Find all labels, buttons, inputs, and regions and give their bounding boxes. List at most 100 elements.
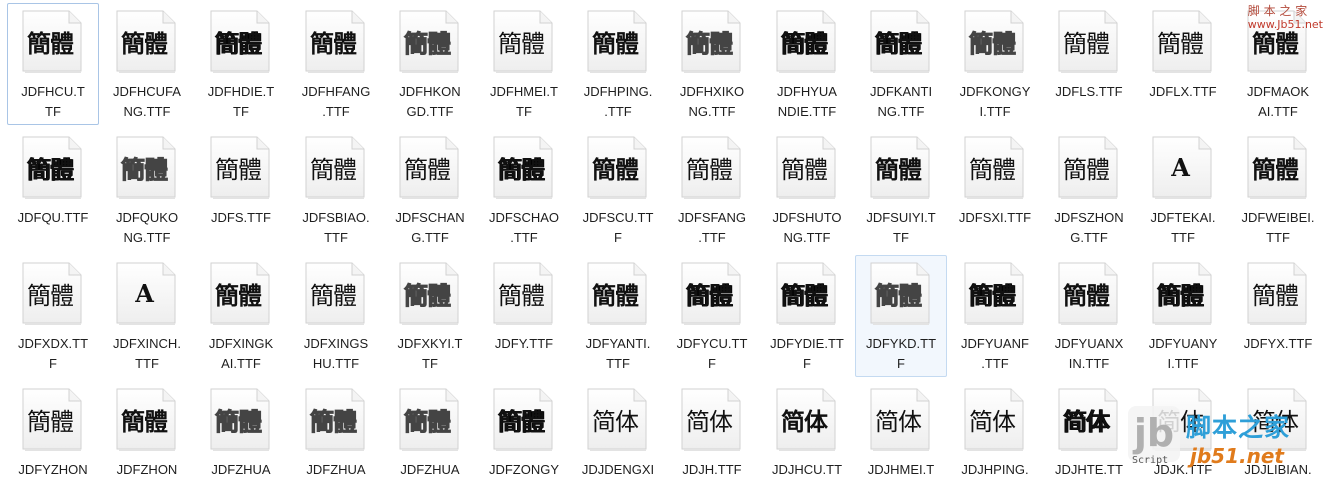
file-name: JDFWEIBEI. TTF bbox=[1233, 208, 1323, 248]
file-item[interactable]: 簡體 JDFYZHON bbox=[7, 381, 99, 503]
file-item[interactable]: 簡體 JDFXDX.TT F bbox=[7, 255, 99, 377]
file-item[interactable]: 简体 JDJHTE.TT bbox=[1043, 381, 1135, 503]
file-item[interactable]: 簡體 JDFSCHAO .TTF bbox=[478, 129, 570, 251]
font-file-icon: 简体 bbox=[1055, 386, 1125, 452]
font-preview-glyph: 簡體 bbox=[875, 28, 922, 58]
file-name-line: JDFZHON bbox=[116, 462, 178, 477]
file-item[interactable]: 簡體 JDFZHUA bbox=[384, 381, 476, 503]
font-preview-glyph: 簡體 bbox=[592, 154, 639, 184]
file-item[interactable]: 簡體 JDFHCU.T TF bbox=[7, 3, 99, 125]
font-preview-glyph: 簡體 bbox=[27, 281, 74, 310]
font-preview-glyph: 簡體 bbox=[310, 28, 357, 58]
file-item[interactable]: 簡體 JDFSCU.TT F bbox=[572, 129, 664, 251]
file-item[interactable]: 簡體 JDFYKD.TT F bbox=[855, 255, 947, 377]
file-item[interactable]: 簡體 JDFS.TTF bbox=[195, 129, 287, 251]
file-item[interactable]: 簡體 JDFSCHAN G.TTF bbox=[384, 129, 476, 251]
file-item[interactable]: 簡體 JDFSXI.TTF bbox=[949, 129, 1041, 251]
file-item[interactable]: 簡體 JDFWEIBEI. TTF bbox=[1232, 129, 1324, 251]
file-item[interactable]: 簡體 JDFHMEI.T TF bbox=[478, 3, 570, 125]
font-file-icon: 簡體 bbox=[961, 260, 1031, 326]
file-name-line: NG.TTF bbox=[123, 104, 171, 119]
file-item[interactable]: 簡體 JDFZHUA bbox=[290, 381, 382, 503]
file-item[interactable]: 簡體 JDFHKON GD.TTF bbox=[384, 3, 476, 125]
file-item[interactable]: 簡體 JDFXKYI.T TF bbox=[384, 255, 476, 377]
file-item[interactable]: 简体 JDJDENGXI bbox=[572, 381, 664, 503]
file-item[interactable]: 簡體 JDFLX.TTF bbox=[1137, 3, 1229, 125]
file-item[interactable]: 簡體 JDFLS.TTF bbox=[1043, 3, 1135, 125]
file-item[interactable]: A JDFTEKAI. TTF bbox=[1137, 129, 1229, 251]
file-item[interactable]: 簡體 JDFY.TTF bbox=[478, 255, 570, 377]
file-name: JDFHKON GD.TTF bbox=[385, 82, 475, 122]
file-item[interactable]: 簡體 JDFYUANF .TTF bbox=[949, 255, 1041, 377]
font-file-icon: 簡體 bbox=[961, 134, 1031, 200]
file-name-line: JDFYUANF bbox=[961, 336, 1029, 351]
file-name: JDFLX.TTF bbox=[1138, 82, 1228, 102]
file-item[interactable]: A JDFXINCH. TTF bbox=[101, 255, 193, 377]
file-item[interactable]: 简体 JDJH.TTF bbox=[666, 381, 758, 503]
file-name-line: JDFSZHON bbox=[1054, 210, 1124, 225]
file-item[interactable]: 簡體 JDFHDIE.T TF bbox=[195, 3, 287, 125]
file-item[interactable]: 簡體 JDFZHUA bbox=[195, 381, 287, 503]
font-preview-glyph: 簡體 bbox=[1157, 29, 1204, 58]
file-item[interactable]: 簡體 JDFKANTI NG.TTF bbox=[855, 3, 947, 125]
font-preview-glyph: 簡體 bbox=[875, 154, 922, 184]
file-item[interactable]: 簡體 JDFHFANG .TTF bbox=[290, 3, 382, 125]
file-item[interactable]: 簡體 JDFHCUFA NG.TTF bbox=[101, 3, 193, 125]
file-item[interactable]: 簡體 JDFQUKO NG.TTF bbox=[101, 129, 193, 251]
file-item[interactable]: 簡體 JDFSHUTO NG.TTF bbox=[761, 129, 853, 251]
file-item[interactable]: 簡體 JDFYUANX IN.TTF bbox=[1043, 255, 1135, 377]
file-item[interactable]: 简体 JDJHMEI.T bbox=[855, 381, 947, 503]
file-name: JDFMAOK AI.TTF bbox=[1233, 82, 1323, 122]
file-item[interactable]: 簡體 JDFSBIAO. TTF bbox=[290, 129, 382, 251]
font-file-icon: 簡體 bbox=[961, 8, 1031, 74]
file-name-line: NG.TTF bbox=[123, 230, 171, 245]
file-item[interactable]: 簡體 JDFZHON bbox=[101, 381, 193, 503]
file-name: JDFSCU.TT F bbox=[573, 208, 663, 248]
file-name: JDFXINCH. TTF bbox=[102, 334, 192, 374]
file-item[interactable]: 简体 JDJHPING. bbox=[949, 381, 1041, 503]
file-name: JDFSCHAO .TTF bbox=[479, 208, 569, 248]
font-file-icon: 簡體 bbox=[490, 260, 560, 326]
file-name: JDFS.TTF bbox=[196, 208, 286, 228]
file-name-line: JDFYKD.TT bbox=[865, 336, 937, 351]
logo-mark-text: jb bbox=[1132, 411, 1174, 455]
file-item[interactable]: 簡體 JDFYUANY I.TTF bbox=[1137, 255, 1229, 377]
font-preview-glyph: 簡體 bbox=[1252, 281, 1299, 310]
file-item[interactable]: 簡體 JDFXINGS HU.TTF bbox=[290, 255, 382, 377]
file-name-line: JDFY.TTF bbox=[494, 336, 554, 351]
file-name-line: TTF bbox=[1266, 230, 1290, 245]
file-item[interactable]: 簡體 JDFYDIE.TT F bbox=[761, 255, 853, 377]
file-name: JDFZHUA bbox=[385, 460, 475, 480]
font-preview-glyph: 簡體 bbox=[121, 154, 169, 184]
file-item[interactable]: 簡體 JDFHPING. .TTF bbox=[572, 3, 664, 125]
font-file-icon: 簡體 bbox=[302, 260, 372, 326]
font-file-icon: 簡體 bbox=[584, 134, 654, 200]
file-name-line: JDFWEIBEI. bbox=[1241, 210, 1315, 225]
file-item[interactable]: 簡體 JDFHXIKO NG.TTF bbox=[666, 3, 758, 125]
file-name-line: JDFZHUA bbox=[400, 462, 460, 477]
file-name-line: JDFHFANG bbox=[301, 84, 371, 99]
file-item[interactable]: 简体 JDJHCU.TT bbox=[761, 381, 853, 503]
font-preview-glyph: 简体 bbox=[686, 407, 733, 436]
file-item[interactable]: 簡體 JDFKONGY I.TTF bbox=[949, 3, 1041, 125]
font-file-icon: 簡體 bbox=[490, 8, 560, 74]
file-name-line: JDFYUANX bbox=[1054, 336, 1124, 351]
file-name-line: JDJHPING. bbox=[961, 462, 1029, 477]
file-item[interactable]: 簡體 JDFSUIYI.T TF bbox=[855, 129, 947, 251]
font-preview-glyph: 簡體 bbox=[1157, 280, 1204, 310]
file-item[interactable]: 簡體 JDFSFANG .TTF bbox=[666, 129, 758, 251]
file-item[interactable]: 簡體 JDFYCU.TT F bbox=[666, 255, 758, 377]
file-item[interactable]: 簡體 JDFZONGY bbox=[478, 381, 570, 503]
file-name: JDFYUANY I.TTF bbox=[1138, 334, 1228, 374]
font-file-icon: 簡體 bbox=[867, 260, 937, 326]
file-item[interactable]: 簡體 JDFYANTI. TTF bbox=[572, 255, 664, 377]
file-name-line: JDFYCU.TT bbox=[676, 336, 748, 351]
file-item[interactable]: 簡體 JDFYX.TTF bbox=[1232, 255, 1324, 377]
file-item[interactable]: 簡體 JDFHYUA NDIE.TTF bbox=[761, 3, 853, 125]
file-item[interactable]: 簡體 JDFSZHON G.TTF bbox=[1043, 129, 1135, 251]
file-name: JDFYUANX IN.TTF bbox=[1044, 334, 1134, 374]
file-item[interactable]: 簡體 JDFXINGK AI.TTF bbox=[195, 255, 287, 377]
file-item[interactable]: 簡體 JDFQU.TTF bbox=[7, 129, 99, 251]
file-name-line: JDFZONGY bbox=[488, 462, 560, 477]
file-name-line: JDFXDX.TT bbox=[17, 336, 89, 351]
